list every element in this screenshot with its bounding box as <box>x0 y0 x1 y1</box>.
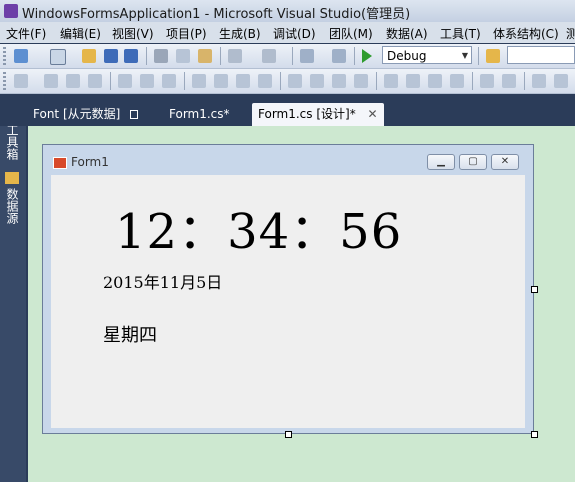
toolbar-grip[interactable] <box>3 47 6 65</box>
cut-icon[interactable] <box>154 49 168 63</box>
vertical-spacing-icon[interactable] <box>384 74 398 88</box>
center-vertically-icon[interactable] <box>502 74 516 88</box>
toolbar-separator <box>376 72 377 90</box>
copy-icon[interactable] <box>176 49 190 63</box>
menu-bar: 文件(F) 编辑(E) 视图(V) 项目(P) 生成(B) 调试(D) 团队(M… <box>0 22 575 43</box>
bring-to-front-icon[interactable] <box>532 74 546 88</box>
tab-form1-code[interactable]: Form1.cs* <box>169 103 230 126</box>
size-to-grid-icon[interactable] <box>258 74 272 88</box>
increase-horizontal-spacing-icon[interactable] <box>310 74 324 88</box>
menu-test[interactable]: 测 <box>566 25 575 42</box>
toolbox-tab[interactable]: 工具箱 <box>5 124 21 160</box>
menu-view[interactable]: 视图(V) <box>112 25 154 42</box>
form-client-area[interactable]: 12：34：56 2015年11月5日 星期四 <box>51 175 525 428</box>
lock-icon <box>130 110 139 119</box>
window-title-bar: WindowsFormsApplication1 - Microsoft Vis… <box>0 0 575 23</box>
make-same-height-icon[interactable] <box>214 74 228 88</box>
menu-file[interactable]: 文件(F) <box>6 25 46 42</box>
align-bottoms-icon[interactable] <box>162 74 176 88</box>
form-title-bar: Form1 ▁ ▢ ✕ <box>43 145 533 175</box>
time-label[interactable]: 12：34：56 <box>115 192 402 262</box>
chevron-down-icon: ▼ <box>461 51 468 60</box>
toolbar-separator <box>146 47 147 65</box>
make-same-size-icon[interactable] <box>236 74 250 88</box>
toolbar-separator <box>110 72 111 90</box>
standard-toolbar: Debug ▼ <box>0 44 575 69</box>
minimize-icon[interactable]: ▁ <box>427 154 455 170</box>
start-debugging-icon[interactable] <box>362 49 372 63</box>
menu-project[interactable]: 项目(P) <box>166 25 207 42</box>
form-icon <box>53 157 67 169</box>
date-label[interactable]: 2015年11月5日 <box>103 269 222 293</box>
menu-debug[interactable]: 调试(D) <box>273 25 316 42</box>
resize-handle-bottom-right[interactable] <box>531 431 538 438</box>
redo-icon[interactable] <box>262 49 276 63</box>
window-title: WindowsFormsApplication1 - Microsoft Vis… <box>22 7 411 22</box>
toolbar-separator <box>184 72 185 90</box>
align-to-grid-icon[interactable] <box>14 74 28 88</box>
toolbar-separator <box>292 47 293 65</box>
horizontal-spacing-icon[interactable] <box>288 74 302 88</box>
menu-architecture[interactable]: 体系结构(C) <box>493 25 559 42</box>
find-input[interactable] <box>507 46 575 64</box>
close-icon[interactable]: ✕ <box>491 154 519 170</box>
new-project-icon[interactable] <box>14 49 28 63</box>
toolbar-separator <box>280 72 281 90</box>
toolbar-separator <box>524 72 525 90</box>
data-sources-icon <box>5 172 19 184</box>
layout-toolbar <box>0 69 575 94</box>
remove-vertical-spacing-icon[interactable] <box>450 74 464 88</box>
decrease-vertical-spacing-icon[interactable] <box>428 74 442 88</box>
decrease-horizontal-spacing-icon[interactable] <box>332 74 346 88</box>
open-file-icon[interactable] <box>82 49 96 63</box>
solution-configuration-select[interactable]: Debug ▼ <box>382 46 472 64</box>
toolbar-separator <box>478 47 479 65</box>
find-in-files-icon[interactable] <box>486 49 500 63</box>
align-middles-icon[interactable] <box>140 74 154 88</box>
undo-icon[interactable] <box>228 49 242 63</box>
close-tab-icon[interactable]: ✕ <box>368 107 378 121</box>
make-same-width-icon[interactable] <box>192 74 206 88</box>
toolbar-grip[interactable] <box>3 72 6 90</box>
weekday-label[interactable]: 星期四 <box>103 321 157 347</box>
toolbar-separator <box>220 47 221 65</box>
align-centers-icon[interactable] <box>66 74 80 88</box>
tab-font-metadata[interactable]: Font [从元数据] <box>33 103 139 126</box>
toolbar-separator <box>354 47 355 65</box>
paste-icon[interactable] <box>198 49 212 63</box>
menu-tools[interactable]: 工具(T) <box>440 25 481 42</box>
menu-data[interactable]: 数据(A) <box>386 25 428 42</box>
tab-form1-designer[interactable]: Form1.cs [设计]* ✕ <box>252 103 384 126</box>
align-lefts-icon[interactable] <box>44 74 58 88</box>
side-tool-panel: 工具箱 数据源 <box>0 96 26 482</box>
center-horizontally-icon[interactable] <box>480 74 494 88</box>
form-title: Form1 <box>71 155 109 169</box>
maximize-icon[interactable]: ▢ <box>459 154 487 170</box>
visual-studio-icon <box>4 4 18 18</box>
navigate-backward-icon[interactable] <box>300 49 314 63</box>
increase-vertical-spacing-icon[interactable] <box>406 74 420 88</box>
remove-horizontal-spacing-icon[interactable] <box>354 74 368 88</box>
menu-edit[interactable]: 编辑(E) <box>60 25 101 42</box>
menu-build[interactable]: 生成(B) <box>219 25 261 42</box>
toolbar-separator <box>472 72 473 90</box>
form1-window[interactable]: Form1 ▁ ▢ ✕ 12：34：56 2015年11月5日 星期四 <box>42 144 534 434</box>
menu-team[interactable]: 团队(M) <box>329 25 373 42</box>
tab-label: Form1.cs [设计]* <box>258 107 356 121</box>
resize-handle-bottom[interactable] <box>285 431 292 438</box>
align-tops-icon[interactable] <box>118 74 132 88</box>
resize-handle-right[interactable] <box>531 286 538 293</box>
tab-label: Form1.cs* <box>169 107 230 121</box>
save-icon[interactable] <box>104 49 118 63</box>
navigate-forward-icon[interactable] <box>332 49 346 63</box>
add-item-icon[interactable] <box>50 49 66 65</box>
solution-configuration-value: Debug <box>387 49 427 63</box>
send-to-back-icon[interactable] <box>554 74 568 88</box>
data-sources-tab[interactable]: 数据源 <box>5 188 21 224</box>
document-tab-strip: Font [从元数据] Form1.cs* Form1.cs [设计]* ✕ <box>0 96 575 126</box>
save-all-icon[interactable] <box>124 49 138 63</box>
tab-label: Font [从元数据] <box>33 107 121 121</box>
align-rights-icon[interactable] <box>88 74 102 88</box>
